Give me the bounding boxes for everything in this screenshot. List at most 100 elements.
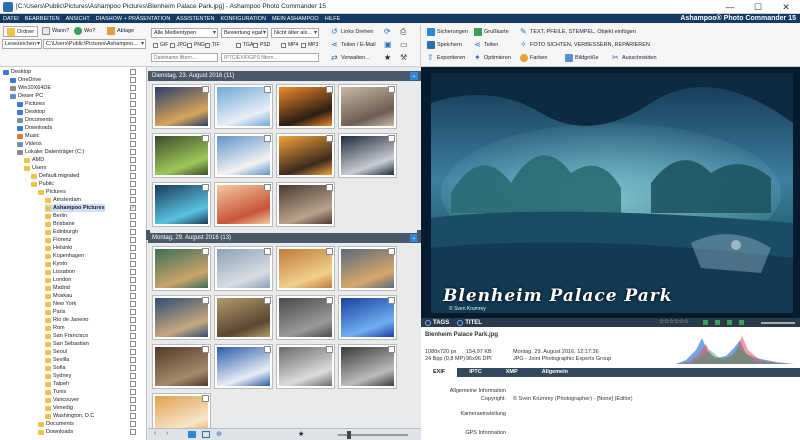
thumbnail-checkbox[interactable] (326, 346, 333, 353)
tree-node[interactable]: Desktop (17, 108, 45, 116)
media-type-dropdown[interactable]: Alle Medientypen (151, 28, 218, 38)
tree-node[interactable]: Sydney (45, 372, 71, 380)
photo-thumbnail[interactable] (276, 295, 335, 340)
thumbnail-view-icon[interactable] (188, 431, 196, 438)
maximize-button[interactable]: ☐ (744, 0, 772, 14)
date-group-header[interactable]: Montag, 29. August 2016 (13) ⌄ (148, 233, 421, 243)
print-icon[interactable]: ⎙ (400, 27, 406, 37)
metadata-filter-input[interactable] (221, 53, 319, 62)
thumbnail-checkbox[interactable] (202, 346, 209, 353)
menu-datei[interactable]: DATEI (0, 16, 22, 22)
photo-thumbnail[interactable] (276, 182, 335, 227)
crop-button[interactable]: ✂ Ausschneiden (612, 54, 657, 62)
tree-node[interactable]: Washington, D.C (45, 412, 94, 420)
tree-node-checkbox[interactable] (130, 357, 136, 363)
tree-node[interactable]: OneDrive (10, 76, 41, 84)
filter-tif-checkbox[interactable]: TIF (205, 42, 220, 48)
tree-node-checkbox[interactable] (130, 101, 136, 107)
tree-node[interactable]: Moskau (45, 292, 72, 300)
age-dropdown[interactable]: Nicht älter als... (271, 28, 319, 38)
tree-node-checkbox[interactable] (130, 133, 136, 139)
thumbnail-checkbox[interactable] (326, 248, 333, 255)
tree-node-checkbox[interactable] (130, 405, 136, 411)
tree-node[interactable]: Public (31, 180, 54, 188)
tree-node-checkbox[interactable] (130, 389, 136, 395)
collapse-chevron-icon[interactable]: ⌄ (410, 72, 418, 80)
monitor-icon[interactable]: ▭ (400, 40, 408, 49)
photo-thumbnail[interactable] (152, 246, 211, 291)
tree-node[interactable]: Berlin (45, 212, 67, 220)
save-button[interactable]: Speichern (427, 41, 462, 49)
tree-node-checkbox[interactable] (130, 349, 136, 355)
tab-iptc[interactable]: IPTC (457, 368, 494, 377)
checkbox[interactable] (187, 42, 192, 48)
tree-node[interactable]: Dieser PC (10, 92, 43, 100)
color-label-icon[interactable] (727, 320, 732, 325)
color-label-icon[interactable] (715, 320, 720, 325)
tree-node-checkbox[interactable] (130, 181, 136, 187)
arrow-left-icon[interactable]: ‹ (154, 430, 156, 437)
filter-tga-checkbox[interactable]: TGA (236, 42, 253, 48)
tree-node[interactable]: Vancouver (45, 396, 79, 404)
tree-node-checkbox[interactable] (130, 245, 136, 251)
tree-node-checkbox[interactable] (130, 421, 136, 427)
resize-button[interactable]: Bildgröße (565, 54, 599, 62)
tree-node-checkbox[interactable] (130, 69, 136, 75)
photo-thumbnail[interactable] (276, 344, 335, 389)
photo-thumbnail[interactable] (276, 133, 335, 178)
tree-node[interactable]: Users (24, 164, 46, 172)
photo-thumbnail[interactable] (276, 84, 335, 129)
arrow-right-icon[interactable]: › (166, 430, 168, 437)
thumbnail-checkbox[interactable] (388, 346, 395, 353)
preview-zoom-slider[interactable] (761, 322, 795, 324)
thumbnail-checkbox[interactable] (388, 135, 395, 142)
insert-text-button[interactable]: ✎ TEXT, PFEILE, STEMPEL, Objekt einfügen (520, 28, 636, 36)
photo-thumbnail[interactable] (152, 84, 211, 129)
photo-thumbnail[interactable] (152, 344, 211, 389)
thumbnail-checkbox[interactable] (202, 135, 209, 142)
tree-node[interactable]: Venedig (45, 404, 73, 412)
tree-node-checkbox[interactable] (130, 269, 136, 275)
tree-node[interactable]: Sofia (45, 364, 66, 372)
checkbox[interactable] (281, 42, 286, 48)
tree-node[interactable]: Florenz (45, 236, 71, 244)
filter-png-checkbox[interactable]: PNG (187, 42, 205, 48)
tree-node[interactable]: Music (17, 132, 39, 140)
photo-thumbnail[interactable] (152, 182, 211, 227)
color-label-icon[interactable] (703, 320, 708, 325)
tree-node[interactable]: Lokaler Datenträger (C:) (17, 148, 84, 156)
star-filter-icon[interactable]: ★ (298, 430, 304, 438)
path-field[interactable]: C:\Users\Public\Pictures\Ashampoo... (43, 39, 146, 49)
tree-node[interactable]: Default.migrated (31, 172, 79, 180)
title-toggle[interactable]: TITEL (453, 319, 486, 326)
date-group-header[interactable]: Dienstag, 23. August 2016 (11) ⌄ (148, 71, 421, 81)
tree-node-checkbox[interactable] (130, 173, 136, 179)
photo-thumbnail[interactable] (338, 246, 397, 291)
thumbnail-checkbox[interactable] (264, 297, 271, 304)
tree-node-checkbox[interactable] (130, 77, 136, 83)
tree-node[interactable]: Amsterdam (45, 196, 81, 204)
tree-node[interactable]: Kyoto (45, 260, 67, 268)
bookmarks-dropdown[interactable]: Lesezeichen (2, 39, 42, 49)
tree-node-checkbox[interactable] (130, 237, 136, 243)
close-button[interactable]: ✕ (772, 0, 800, 14)
photo-thumbnail[interactable] (214, 182, 273, 227)
rating-dropdown[interactable]: Bewertung egal (221, 28, 268, 38)
export-button[interactable]: ⇪ Exportieren (427, 54, 465, 62)
thumbnail-checkbox[interactable] (264, 86, 271, 93)
tree-node-checkbox[interactable] (130, 397, 136, 403)
tree-node[interactable]: Pictures (38, 188, 66, 196)
folder-tree[interactable]: Desktop OneDrive Win10X64DE Dieser PC Pictur… (0, 67, 147, 440)
share-button[interactable]: ⋖ Teilen (474, 41, 498, 49)
tree-node[interactable]: Sevilla (45, 356, 69, 364)
thumbnail-checkbox[interactable] (326, 135, 333, 142)
filter-psd-checkbox[interactable]: PSD (253, 42, 270, 48)
thumbnail-checkbox[interactable] (388, 248, 395, 255)
checkbox[interactable] (301, 42, 306, 48)
checkbox[interactable] (153, 42, 158, 48)
refresh-icon[interactable]: ⟳ (384, 27, 391, 36)
tree-node[interactable]: Madrid (45, 284, 70, 292)
manage-button[interactable]: ⇄ Verwalten... (331, 54, 370, 62)
photo-thumbnail[interactable] (338, 344, 397, 389)
tree-node-checkbox[interactable] (130, 261, 136, 267)
